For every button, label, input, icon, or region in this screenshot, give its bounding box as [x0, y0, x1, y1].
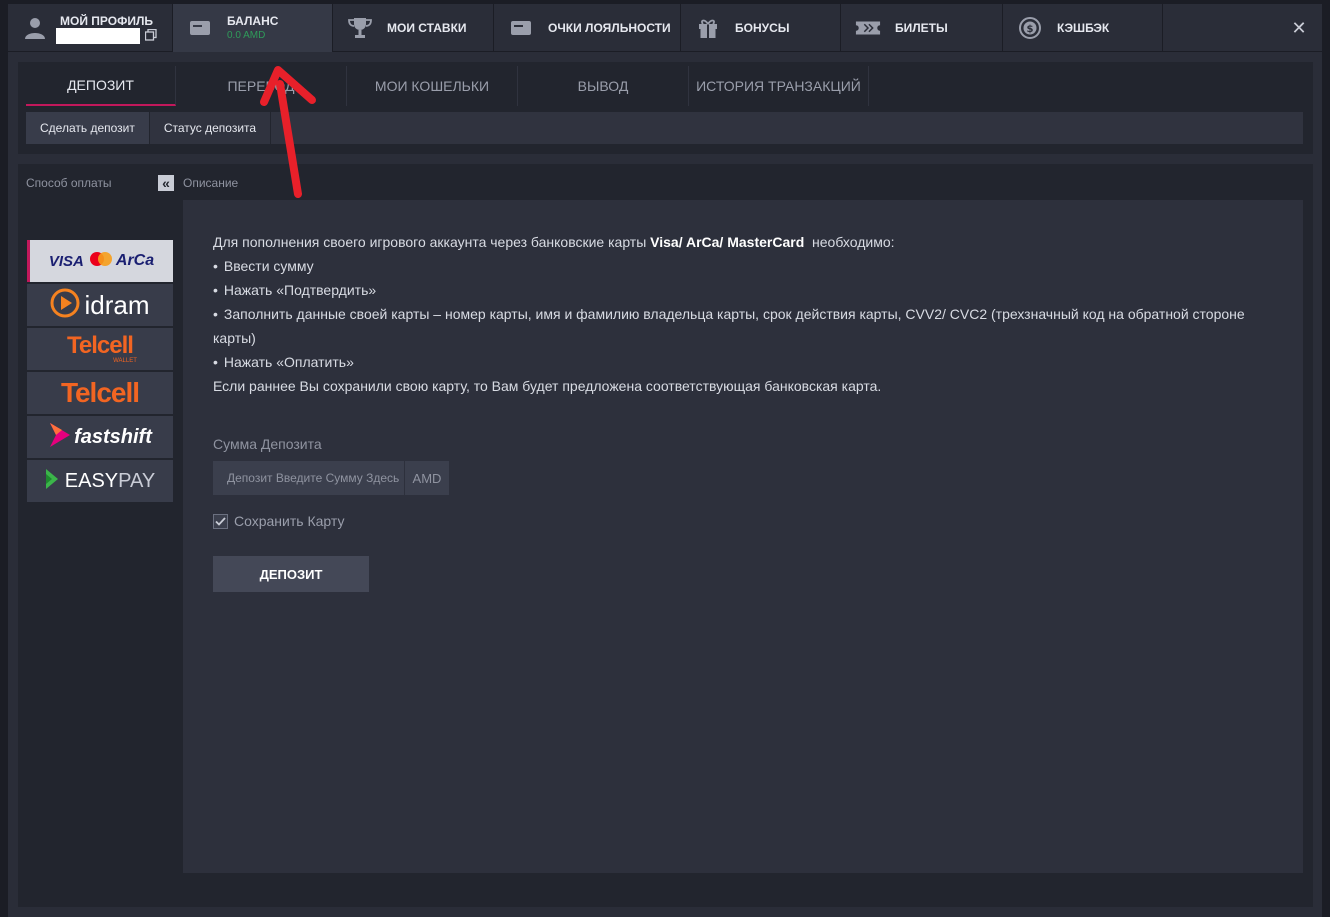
nav-loyalty-points-label: Очки лояльности [548, 21, 671, 35]
save-card-checkbox[interactable]: Сохранить Карту [213, 513, 344, 529]
deposit-content: Способ оплаты « Описание VISA ArCa idram… [18, 164, 1313, 907]
method-idram[interactable]: idram [27, 284, 173, 326]
nav-tickets[interactable]: Билеты [841, 4, 1003, 52]
subtab-deposit-status[interactable]: Статус депозита [150, 112, 272, 144]
nav-loyalty-points[interactable]: Очки лояльности [494, 4, 681, 52]
intro-cards: Visa/ ArCa/ MasterCard [650, 234, 805, 250]
nav-balance[interactable]: Баланс 0.0 AMD [173, 4, 333, 52]
method-easypay[interactable]: EASY PAY [27, 460, 173, 502]
deposit-amount-input[interactable] [213, 461, 405, 495]
easypay-logo-left: EASY [64, 469, 119, 492]
nav-my-profile[interactable]: Мой профиль [8, 4, 173, 52]
gift-icon [695, 15, 721, 41]
arca-logo: ArCa [115, 252, 155, 269]
balance-modal: Мой профиль Баланс 0.0 AMD Мои ставки Оч… [8, 4, 1322, 917]
payment-methods-list: VISA ArCa idram Telcell WALLET Telcell f… [27, 240, 173, 504]
idram-logo: idram [84, 289, 150, 320]
tabs-bar: Депозит Перевод Мои кошельки Вывод Истор… [18, 62, 1313, 154]
easypay-icon [45, 468, 59, 495]
nav-balance-label: Баланс [227, 14, 279, 28]
double-chevron-left-icon: « [162, 175, 170, 191]
subtab-make-deposit[interactable]: Сделать депозит [26, 112, 150, 144]
nav-my-profile-label: Мой профиль [60, 14, 154, 28]
idram-icon [50, 288, 80, 323]
nav-cashback[interactable]: $ Кэшбэк [1003, 4, 1163, 52]
mastercard-icon [89, 251, 112, 271]
collapse-sidebar-button[interactable]: « [158, 175, 174, 191]
user-icon [22, 15, 48, 41]
step-item: Заполнить данные своей карты – номер кар… [213, 302, 1273, 350]
close-button[interactable]: ✕ [1288, 17, 1310, 39]
fastshift-icon [48, 421, 72, 454]
card-icon [508, 15, 534, 41]
tab-withdraw[interactable]: Вывод [518, 66, 689, 106]
user-id-redacted [56, 28, 140, 44]
instructions-footer: Если раннее Вы сохранили свою карту, то … [213, 378, 882, 394]
description-panel: Для пополнения своего игрового аккаунта … [183, 200, 1303, 873]
nav-cashback-label: Кэшбэк [1057, 21, 1110, 35]
nav-my-bets-label: Мои ставки [387, 21, 467, 35]
wallet-icon [187, 15, 213, 41]
nav-bonuses[interactable]: Бонусы [681, 4, 841, 52]
telcell-wallet-logo: Telcell [67, 332, 134, 359]
currency-label: AMD [412, 470, 442, 486]
method-visa-arca[interactable]: VISA ArCa [27, 240, 173, 282]
top-nav: Мой профиль Баланс 0.0 AMD Мои ставки Оч… [8, 4, 1322, 52]
svg-text:$: $ [1027, 24, 1034, 35]
ticket-icon [855, 15, 881, 41]
nav-my-bets[interactable]: Мои ставки [333, 4, 494, 52]
trophy-icon [347, 15, 373, 41]
easypay-logo-right: PAY [118, 469, 156, 492]
close-icon: ✕ [1291, 17, 1307, 38]
nav-tickets-label: Билеты [895, 21, 948, 35]
deposit-instructions: Для пополнения своего игрового аккаунта … [213, 230, 1273, 398]
step-item: Нажать «Подтвердить» [213, 278, 1273, 302]
instructions-intro: Для пополнения своего игрового аккаунта … [213, 230, 1273, 254]
intro-suffix: необходимо: [804, 234, 895, 250]
tab-deposit[interactable]: Депозит [26, 66, 176, 106]
nav-bonuses-label: Бонусы [735, 21, 790, 35]
tab-my-wallets[interactable]: Мои кошельки [347, 66, 518, 106]
instructions-steps: Ввести сумму Нажать «Подтвердить» Заполн… [213, 254, 1273, 374]
tab-transfer[interactable]: Перевод [176, 66, 347, 106]
payment-method-title: Способ оплаты [26, 176, 112, 190]
intro-text: Для пополнения своего игрового аккаунта … [213, 234, 651, 250]
step-item: Ввести сумму [213, 254, 1273, 278]
save-card-label: Сохранить Карту [234, 513, 345, 529]
telcell-wallet-sub: WALLET [113, 358, 137, 364]
checkmark-icon[interactable] [213, 513, 228, 529]
fastshift-logo: fastshift [74, 425, 152, 448]
sub-tabs: Сделать депозит Статус депозита [26, 112, 1303, 144]
step-item: Нажать «Оплатить» [213, 350, 1273, 374]
method-telcell-wallet[interactable]: Telcell WALLET [27, 328, 173, 370]
copy-icon[interactable] [144, 28, 157, 41]
deposit-amount-label: Сумма Депозита [213, 436, 322, 452]
method-fastshift[interactable]: fastshift [27, 416, 173, 458]
telcell-logo: Telcell [60, 377, 140, 408]
method-telcell[interactable]: Telcell [27, 372, 173, 414]
description-title: Описание [183, 176, 239, 190]
main-tabs: Депозит Перевод Мои кошельки Вывод Истор… [26, 66, 869, 106]
tab-transaction-history[interactable]: История транзакций [689, 66, 869, 106]
deposit-button[interactable]: Депозит [213, 556, 369, 592]
cashback-icon: $ [1017, 15, 1043, 41]
visa-logo: VISA [48, 252, 84, 270]
deposit-amount-group: AMD [213, 461, 449, 495]
balance-amount: 0.0 AMD [227, 30, 266, 41]
